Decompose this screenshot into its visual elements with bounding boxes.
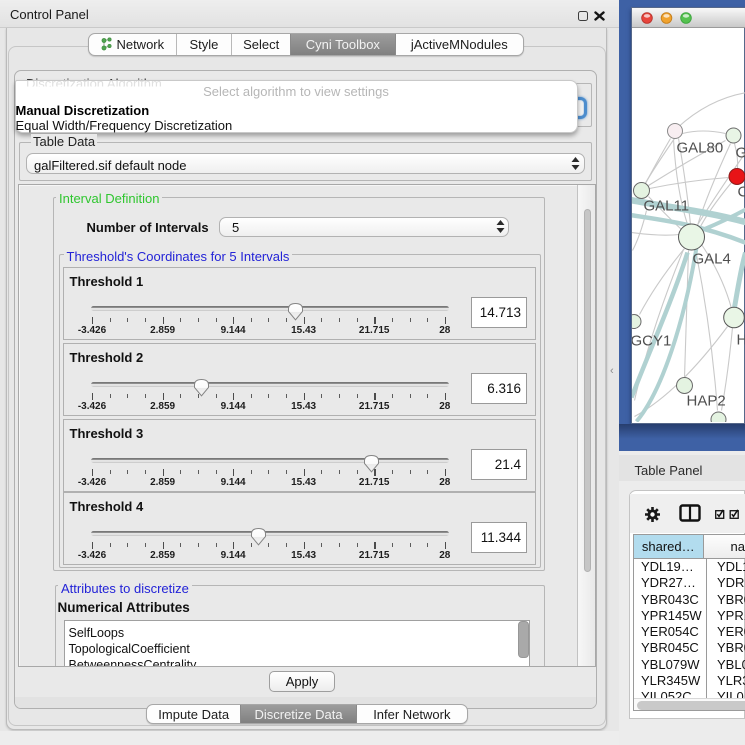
svg-text:GAL11: GAL11 xyxy=(643,197,689,214)
svg-text:C: C xyxy=(737,183,745,200)
svg-text:H: H xyxy=(736,331,745,348)
svg-text:GCY1: GCY1 xyxy=(632,332,671,349)
svg-text:GAL80: GAL80 xyxy=(676,139,723,156)
svg-text:HAP2: HAP2 xyxy=(686,392,725,409)
svg-text:GA: GA xyxy=(735,144,745,161)
svg-text:GAL4: GAL4 xyxy=(692,250,730,267)
